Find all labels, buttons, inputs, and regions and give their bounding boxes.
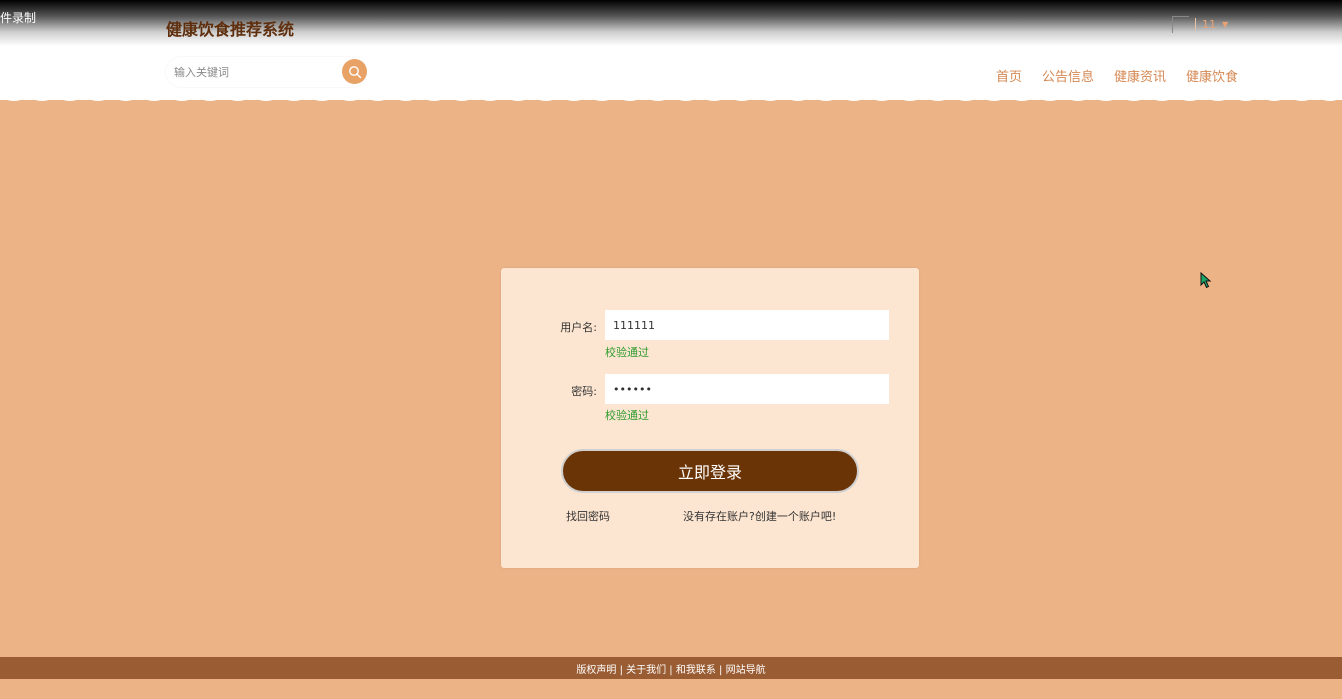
nav-item-healthy-food[interactable]: 健康饮食	[1186, 66, 1238, 85]
register-link[interactable]: 没有存在账户?创建一个账户吧!	[683, 508, 836, 524]
header: 件录制 健康饮食推荐系统 11 ▼ 首页 公告信息 健康资讯 健康饮食	[0, 0, 1342, 100]
chevron-down-icon[interactable]: ▼	[1222, 20, 1228, 29]
password-label: 密码:	[571, 385, 597, 398]
main-nav: 首页 公告信息 健康资讯 健康饮食	[996, 66, 1238, 85]
forgot-password-link[interactable]: 找回密码	[566, 508, 610, 524]
nav-item-home[interactable]: 首页	[996, 66, 1022, 85]
footer-links[interactable]: 版权声明 | 关于我们 | 和我联系 | 网站导航	[576, 661, 765, 676]
password-input[interactable]	[605, 374, 889, 404]
site-title[interactable]: 健康饮食推荐系统	[166, 16, 294, 40]
login-card: 用户名: 校验通过 密码: 校验通过 立即登录 找回密码 没有存在账户?创建一个…	[501, 268, 919, 568]
search-button[interactable]	[342, 59, 367, 84]
username-input[interactable]	[605, 310, 889, 340]
search-input[interactable]	[166, 57, 336, 87]
divider	[1195, 18, 1196, 30]
username-label: 用户名:	[560, 321, 597, 334]
nav-item-announcements[interactable]: 公告信息	[1042, 66, 1094, 85]
user-menu[interactable]: 11 ▼	[1172, 14, 1228, 34]
nav-item-health-news[interactable]: 健康资讯	[1114, 66, 1166, 85]
header-wave-edge	[0, 92, 1342, 101]
login-button[interactable]: 立即登录	[561, 449, 859, 493]
search-box	[166, 57, 367, 87]
avatar[interactable]	[1172, 15, 1189, 33]
footer: 版权声明 | 关于我们 | 和我联系 | 网站导航	[0, 657, 1342, 679]
search-icon	[348, 65, 361, 78]
recorder-label: 件录制	[0, 11, 37, 25]
mouse-cursor-icon	[1200, 272, 1212, 289]
user-name[interactable]: 11	[1202, 18, 1216, 31]
password-validation: 校验通过	[605, 409, 649, 422]
username-validation: 校验通过	[605, 346, 649, 359]
